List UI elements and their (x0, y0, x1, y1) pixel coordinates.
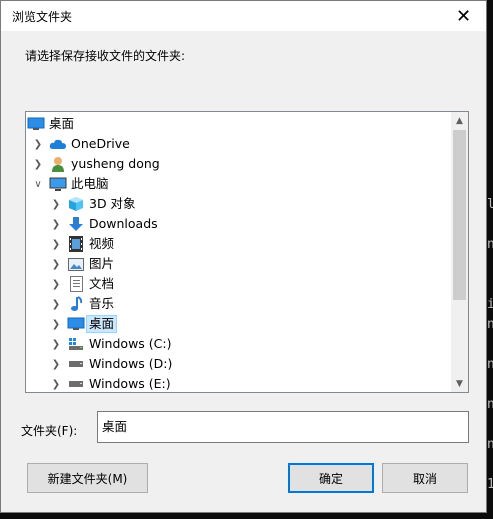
background-text: i (487, 297, 493, 312)
tree-item-user[interactable]: ❯ yusheng dong (27, 154, 449, 174)
tree-item-videos[interactable]: ❯ 视频 (27, 234, 449, 254)
documents-icon (67, 276, 85, 292)
chevron-right-icon[interactable]: ❯ (51, 237, 61, 251)
tree-item-label: Windows (D:) (89, 356, 173, 371)
tree-item-documents[interactable]: ❯ 文档 (27, 274, 449, 294)
cancel-button[interactable]: 取消 (382, 463, 468, 493)
tree-item-label: 桌面 (49, 116, 75, 131)
tree-item-onedrive[interactable]: ❯ OneDrive (27, 134, 449, 154)
chevron-right-icon[interactable]: ❯ (33, 137, 43, 151)
scroll-up-arrow-icon[interactable]: ▲ (451, 112, 468, 129)
downloads-arrow-icon (67, 216, 85, 232)
folder-tree[interactable]: 桌面 ❯ OneDrive ❯ yusheng dong ∨ 此电脑 ❯ 3D … (25, 111, 469, 393)
tree-item-label: yusheng dong (71, 156, 160, 171)
chevron-right-icon[interactable]: ❯ (51, 317, 61, 331)
folder-name-input[interactable]: 桌面 (97, 411, 469, 443)
tree-item-label: Windows (C:) (89, 336, 172, 351)
pictures-icon (67, 256, 85, 272)
chevron-right-icon[interactable]: ❯ (51, 217, 61, 231)
tree-item-label: OneDrive (71, 136, 130, 151)
tree-item-drive-d[interactable]: ❯ Windows (D:) (27, 354, 449, 374)
computer-icon (49, 176, 67, 192)
close-icon: ✕ (455, 5, 472, 27)
background-text: n (487, 237, 493, 252)
close-button[interactable]: ✕ (441, 1, 486, 31)
tree-item-label: Downloads (89, 216, 158, 231)
ok-button[interactable]: 确定 (288, 463, 374, 493)
scrollbar-thumb[interactable] (453, 130, 466, 300)
chevron-down-icon[interactable]: ∨ (33, 177, 43, 191)
title-bar[interactable]: 浏览文件夹 ✕ (1, 1, 486, 31)
folder-field-label: 文件夹(F): (21, 424, 78, 438)
tree-item-drive-c[interactable]: ❯ Windows (C:) (27, 334, 449, 354)
tree-item-label: 文档 (89, 276, 115, 291)
tree-item-this-pc[interactable]: ∨ 此电脑 (27, 174, 449, 194)
tree-item-label: 此电脑 (71, 176, 109, 191)
user-icon (49, 156, 67, 172)
music-note-icon (67, 296, 85, 312)
tree-item-desktop[interactable]: ❯ 桌面 (27, 314, 449, 334)
drive-icon (67, 376, 85, 392)
tree-item-drive-e[interactable]: ❯ Windows (E:) (27, 374, 449, 392)
scroll-down-arrow-icon[interactable]: ▼ (451, 375, 468, 392)
background-text: l (487, 197, 493, 212)
tree-item-desktop-root[interactable]: 桌面 (27, 114, 449, 134)
tree-item-pictures[interactable]: ❯ 图片 (27, 254, 449, 274)
3d-objects-icon (67, 196, 85, 212)
chevron-right-icon[interactable]: ❯ (51, 197, 61, 211)
tree-item-3d-objects[interactable]: ❯ 3D 对象 (27, 194, 449, 214)
new-folder-button[interactable]: 新建文件夹(M) (27, 463, 148, 493)
dialog-title: 浏览文件夹 (12, 10, 73, 24)
tree-vertical-scrollbar[interactable]: ▲ ▼ (451, 112, 468, 392)
instruction-text: 请选择保存接收文件的文件夹: (25, 49, 186, 63)
chevron-right-icon[interactable]: ❯ (51, 257, 61, 271)
tree-item-label: Windows (E:) (89, 376, 171, 391)
tree-item-label: 桌面 (86, 315, 118, 333)
background-text: n (487, 317, 493, 332)
background-text: n (487, 397, 493, 412)
background-text: 1 (487, 477, 493, 492)
tree-item-label: 音乐 (89, 296, 115, 311)
chevron-right-icon[interactable]: ❯ (51, 377, 61, 391)
desktop-icon (67, 316, 85, 332)
background-text: n (487, 437, 493, 452)
onedrive-cloud-icon (49, 136, 67, 152)
videos-icon (67, 236, 85, 252)
chevron-right-icon[interactable]: ❯ (51, 357, 61, 371)
tree-item-label: 3D 对象 (89, 196, 136, 211)
chevron-right-icon[interactable]: ❯ (51, 277, 61, 291)
tree-item-music[interactable]: ❯ 音乐 (27, 294, 449, 314)
windows-drive-icon (67, 336, 85, 352)
chevron-right-icon[interactable]: ❯ (51, 337, 61, 351)
drive-icon (67, 356, 85, 372)
tree-item-downloads[interactable]: ❯ Downloads (27, 214, 449, 234)
background-text: n (487, 357, 493, 372)
tree-item-label: 图片 (89, 256, 115, 271)
chevron-right-icon[interactable]: ❯ (33, 157, 43, 171)
chevron-right-icon[interactable]: ❯ (51, 297, 61, 311)
desktop-icon (27, 116, 45, 132)
browse-folder-dialog: 浏览文件夹 ✕ 请选择保存接收文件的文件夹: 桌面 ❯ OneDrive ❯ y… (0, 0, 487, 513)
tree-item-label: 视频 (89, 236, 115, 251)
